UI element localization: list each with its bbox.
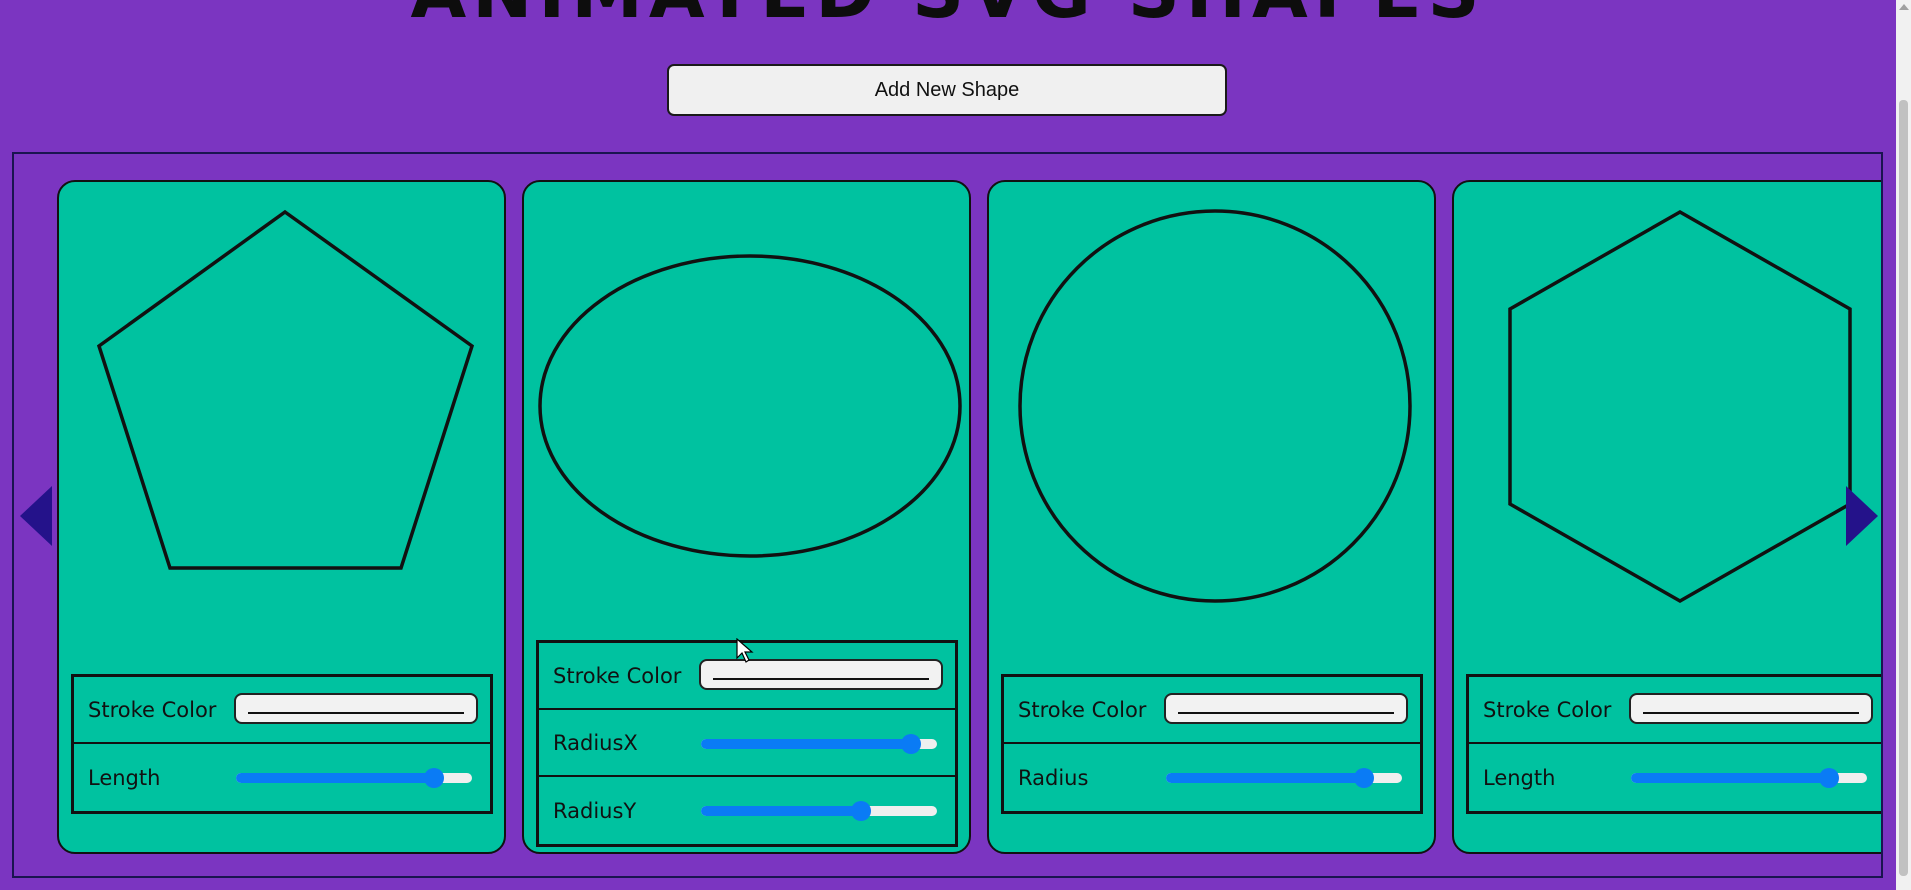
page-title: ANIMATED SVG SHAPES: [0, 0, 1896, 28]
scroll-up-icon[interactable]: [1899, 4, 1909, 10]
control-label: Length: [1483, 765, 1556, 790]
length-row: Length: [1469, 744, 1881, 811]
radiusy-slider[interactable]: [701, 801, 937, 821]
radius-row: Radius: [1004, 744, 1420, 811]
triangle-left-icon[interactable]: [20, 486, 52, 546]
control-label: Stroke Color: [553, 663, 682, 688]
scrollbar-thumb[interactable]: [1899, 100, 1908, 876]
stroke-color-row: Stroke Color: [1004, 677, 1420, 744]
pentagon-shape: [96, 209, 475, 570]
length-slider[interactable]: [1631, 768, 1867, 788]
radiusy-row: RadiusY: [539, 777, 955, 844]
stroke-color-row: Stroke Color: [1469, 677, 1881, 744]
control-label: RadiusY: [553, 798, 637, 823]
radiusx-row: RadiusX: [539, 710, 955, 777]
stroke-color-input[interactable]: [1629, 693, 1873, 724]
mouse-cursor-icon: [736, 638, 754, 663]
triangle-right-icon[interactable]: [1846, 486, 1878, 546]
add-new-shape-button[interactable]: Add New Shape: [667, 64, 1227, 116]
shape-controls: Stroke Color Radius: [1001, 674, 1423, 814]
shape-card-pentagon: Stroke Color Length: [57, 180, 506, 854]
control-label: Stroke Color: [88, 697, 217, 722]
stroke-color-row: Stroke Color: [74, 677, 490, 744]
shape-controls: Stroke Color Length: [1466, 674, 1881, 814]
hexagon-shape: [1508, 209, 1852, 604]
shape-card-hexagon: Stroke Color Length: [1452, 180, 1881, 854]
control-label: Radius: [1018, 765, 1089, 790]
circle-shape: [1018, 209, 1412, 603]
control-label: RadiusX: [553, 730, 638, 755]
control-label: Stroke Color: [1018, 697, 1147, 722]
shape-card-ellipse: Stroke Color RadiusX RadiusY: [522, 180, 971, 854]
length-row: Length: [74, 744, 490, 811]
radiusx-slider[interactable]: [701, 734, 937, 754]
shape-card-circle: Stroke Color Radius: [987, 180, 1436, 854]
length-slider[interactable]: [236, 768, 472, 788]
control-label: Stroke Color: [1483, 697, 1612, 722]
shape-controls: Stroke Color Length: [71, 674, 493, 814]
radius-slider[interactable]: [1166, 768, 1402, 788]
control-label: Length: [88, 765, 161, 790]
vertical-scrollbar[interactable]: [1896, 0, 1911, 890]
ellipse-shape: [538, 254, 962, 558]
page: ANIMATED SVG SHAPES Add New Shape Stroke…: [0, 0, 1896, 890]
stroke-color-input[interactable]: [1164, 693, 1408, 724]
shape-controls: Stroke Color RadiusX RadiusY: [536, 640, 958, 847]
stroke-color-input[interactable]: [234, 693, 478, 724]
shape-carousel: Stroke Color Length Stroke Color RadiusX…: [12, 152, 1883, 878]
